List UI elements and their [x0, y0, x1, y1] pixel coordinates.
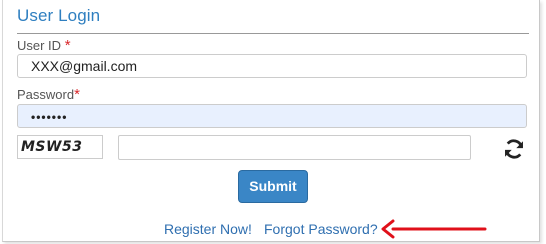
password-label-text: Password	[17, 87, 75, 102]
user-id-label: User ID *	[17, 37, 71, 54]
user-id-input[interactable]: XXX@gmail.com	[17, 54, 527, 78]
title-divider	[17, 33, 529, 34]
user-id-required-mark: *	[64, 37, 71, 54]
page-title: User Login	[17, 6, 101, 25]
left-arrow-icon	[381, 219, 487, 239]
refresh-icon-graphic	[505, 139, 523, 159]
user-id-value: XXX@gmail.com	[31, 58, 138, 74]
password-label: Password*	[17, 86, 80, 103]
submit-button[interactable]: Submit	[238, 170, 308, 203]
forgot-password-link[interactable]: Forgot Password?	[264, 221, 378, 237]
refresh-icon[interactable]	[503, 138, 525, 160]
register-link[interactable]: Register Now!	[164, 221, 252, 237]
captcha-input[interactable]	[118, 135, 471, 160]
password-required-mark: *	[74, 86, 80, 103]
captcha-image: MSW53	[17, 135, 103, 159]
password-input[interactable]: •••••••	[17, 104, 527, 128]
login-panel: User Login User ID * XXX@gmail.com Passw…	[2, 0, 540, 242]
user-id-label-text: User ID	[17, 38, 62, 53]
captcha-image-text: MSW53	[21, 139, 83, 155]
password-masked-value: •••••••	[31, 110, 68, 124]
